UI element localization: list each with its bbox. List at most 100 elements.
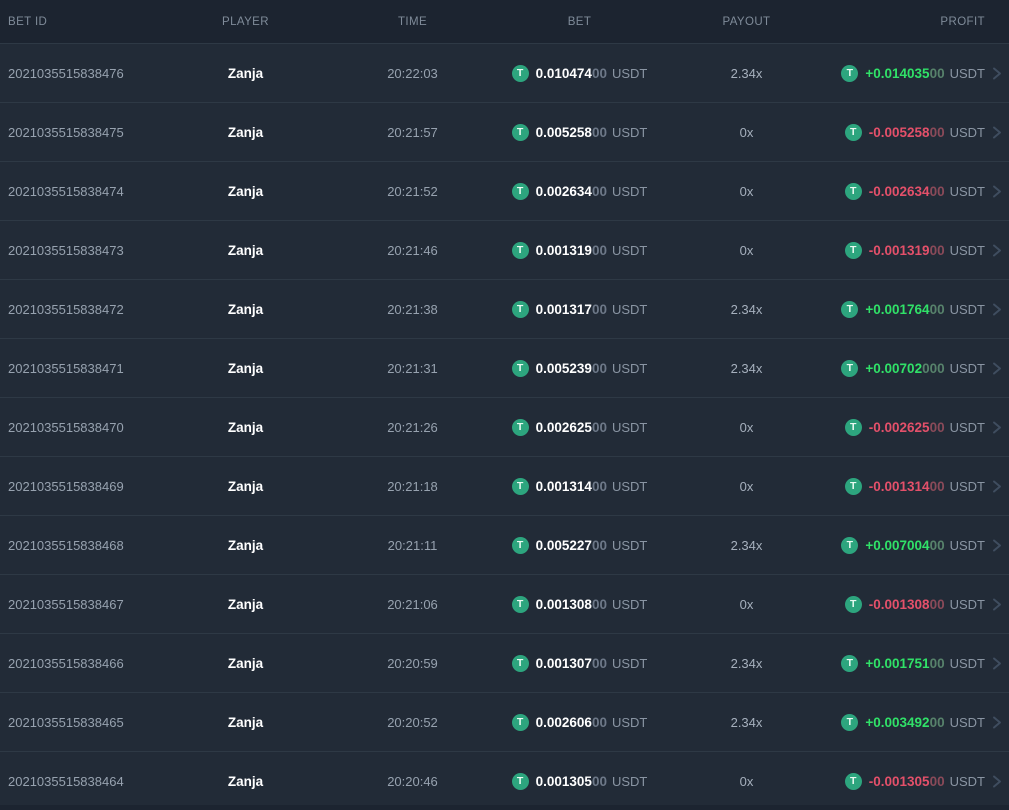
- time-cell: 20:21:57: [387, 124, 438, 140]
- bet-currency: USDT: [611, 360, 648, 376]
- column-header-payout: PAYOUT: [722, 15, 771, 28]
- profit-amount-zeros: 00: [929, 714, 945, 730]
- profit-cell: T +0.00702 000 USDT: [830, 359, 985, 377]
- row-chevron[interactable]: [985, 656, 1009, 671]
- profit-amount: +0.007004: [865, 537, 930, 553]
- row-chevron[interactable]: [985, 302, 1009, 317]
- bet-amount-cell: T 0.002625 00 USDT: [496, 418, 663, 436]
- table-row[interactable]: 2021035515838476 Zanja 20:22:03 T 0.0104…: [0, 43, 1009, 102]
- column-header-bet: BET: [567, 15, 592, 28]
- chevron-right-icon: [993, 362, 1001, 374]
- bet-amount-zeros: 00: [591, 478, 607, 494]
- table-row[interactable]: 2021035515838465 Zanja 20:20:52 T 0.0026…: [0, 692, 1009, 751]
- table-row[interactable]: 2021035515838472 Zanja 20:21:38 T 0.0013…: [0, 279, 1009, 338]
- chevron-right-icon: [993, 480, 1001, 492]
- row-chevron[interactable]: [985, 420, 1009, 435]
- bet-amount-zeros: 00: [591, 655, 607, 671]
- row-chevron[interactable]: [985, 597, 1009, 612]
- tether-icon: T: [841, 654, 859, 672]
- chevron-right-icon: [993, 67, 1001, 79]
- player-cell: Zanja: [227, 596, 264, 612]
- table-row[interactable]: 2021035515838470 Zanja 20:21:26 T 0.0026…: [0, 397, 1009, 456]
- row-chevron[interactable]: [985, 538, 1009, 553]
- profit-cell: T -0.002625 00 USDT: [830, 418, 985, 436]
- bet-amount: 0.001307: [535, 655, 592, 671]
- bet-amount: 0.001319: [535, 242, 592, 258]
- row-chevron[interactable]: [985, 243, 1009, 258]
- profit-cell: T -0.001314 00 USDT: [830, 477, 985, 495]
- row-chevron[interactable]: [985, 774, 1009, 789]
- time-cell: 20:22:03: [387, 65, 438, 81]
- table-row[interactable]: 2021035515838467 Zanja 20:21:06 T 0.0013…: [0, 574, 1009, 633]
- profit-amount: +0.00702: [865, 360, 923, 376]
- payout-cell: 2.34x: [730, 537, 763, 553]
- profit-amount-zeros: 00: [929, 773, 945, 789]
- bet-amount-cell: T 0.005227 00 USDT: [496, 536, 663, 554]
- bet-amount-zeros: 00: [591, 65, 607, 81]
- row-chevron[interactable]: [985, 479, 1009, 494]
- bet-amount-zeros: 00: [591, 419, 607, 435]
- bet-amount-zeros: 00: [591, 183, 607, 199]
- bet-amount: 0.005258: [535, 124, 592, 140]
- tether-icon: T: [841, 64, 859, 82]
- table-body: 2021035515838476 Zanja 20:22:03 T 0.0104…: [0, 43, 1009, 810]
- profit-currency: USDT: [949, 183, 985, 199]
- tether-icon: T: [844, 241, 862, 259]
- table-row[interactable]: 2021035515838466 Zanja 20:20:59 T 0.0013…: [0, 633, 1009, 692]
- row-chevron[interactable]: [985, 184, 1009, 199]
- profit-currency: USDT: [949, 301, 985, 317]
- table-row[interactable]: 2021035515838475 Zanja 20:21:57 T 0.0052…: [0, 102, 1009, 161]
- player-cell: Zanja: [227, 478, 264, 494]
- tether-icon: T: [511, 418, 529, 436]
- time-cell: 20:21:11: [387, 537, 438, 553]
- bet-amount-cell: T 0.001305 00 USDT: [496, 772, 663, 790]
- payout-cell: 0x: [739, 419, 754, 435]
- bet-currency: USDT: [611, 124, 648, 140]
- bet-amount: 0.005227: [535, 537, 592, 553]
- tether-icon: T: [511, 477, 529, 495]
- row-chevron[interactable]: [985, 361, 1009, 376]
- chevron-right-icon: [993, 716, 1001, 728]
- tether-icon: T: [511, 123, 529, 141]
- profit-amount: -0.001305: [868, 773, 930, 789]
- bet-amount-cell: T 0.005258 00 USDT: [496, 123, 663, 141]
- row-chevron[interactable]: [985, 125, 1009, 140]
- profit-amount-zeros: 00: [929, 242, 945, 258]
- bet-id-cell: 2021035515838476: [8, 65, 124, 81]
- table-row[interactable]: 2021035515838468 Zanja 20:21:11 T 0.0052…: [0, 515, 1009, 574]
- profit-amount-zeros: 000: [922, 360, 945, 376]
- payout-cell: 2.34x: [730, 65, 763, 81]
- profit-currency: USDT: [949, 773, 985, 789]
- time-cell: 20:21:38: [387, 301, 438, 317]
- bet-amount: 0.002606: [535, 714, 592, 730]
- table-row[interactable]: 2021035515838471 Zanja 20:21:31 T 0.0052…: [0, 338, 1009, 397]
- profit-amount: -0.001314: [868, 478, 930, 494]
- bet-amount-zeros: 00: [591, 360, 607, 376]
- bet-currency: USDT: [611, 773, 648, 789]
- table-header-row: BET ID PLAYER TIME BET PAYOUT PROFIT: [0, 0, 1009, 43]
- bet-amount: 0.001314: [535, 478, 592, 494]
- bet-id-cell: 2021035515838470: [8, 419, 124, 435]
- player-cell: Zanja: [227, 242, 264, 258]
- player-cell: Zanja: [227, 773, 264, 789]
- table-row[interactable]: 2021035515838473 Zanja 20:21:46 T 0.0013…: [0, 220, 1009, 279]
- bet-currency: USDT: [611, 183, 648, 199]
- table-row[interactable]: 2021035515838474 Zanja 20:21:52 T 0.0026…: [0, 161, 1009, 220]
- tether-icon: T: [511, 772, 529, 790]
- bet-amount-cell: T 0.001319 00 USDT: [496, 241, 663, 259]
- profit-currency: USDT: [949, 419, 985, 435]
- player-cell: Zanja: [227, 714, 264, 730]
- time-cell: 20:21:18: [387, 478, 438, 494]
- profit-amount-zeros: 00: [929, 124, 945, 140]
- table-row[interactable]: 2021035515838464 Zanja 20:20:46 T 0.0013…: [0, 751, 1009, 810]
- row-chevron[interactable]: [985, 715, 1009, 730]
- profit-amount: -0.002634: [868, 183, 930, 199]
- payout-cell: 2.34x: [730, 655, 763, 671]
- bet-id-cell: 2021035515838466: [8, 655, 124, 671]
- profit-cell: T +0.007004 00 USDT: [830, 536, 985, 554]
- bet-amount-cell: T 0.001307 00 USDT: [496, 654, 663, 672]
- bet-currency: USDT: [611, 714, 648, 730]
- table-row[interactable]: 2021035515838469 Zanja 20:21:18 T 0.0013…: [0, 456, 1009, 515]
- row-chevron[interactable]: [985, 66, 1009, 81]
- player-cell: Zanja: [227, 360, 264, 376]
